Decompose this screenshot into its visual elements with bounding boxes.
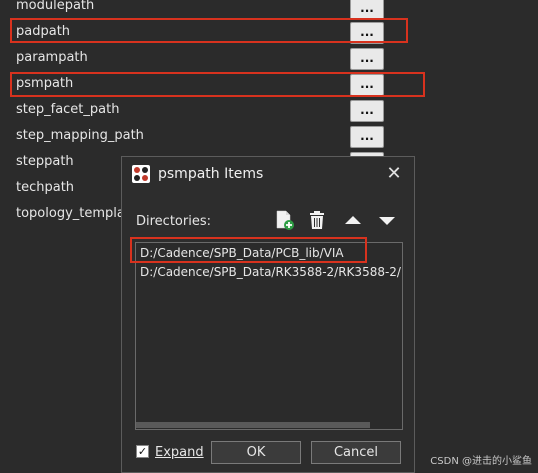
row-parampath: parampath ...	[0, 47, 400, 73]
list-item[interactable]: D:/Cadence/SPB_Data/RK3588-2/RK3588-2/PC	[140, 265, 402, 279]
new-folder-icon[interactable]	[274, 209, 296, 231]
cancel-button[interactable]: Cancel	[311, 441, 401, 464]
browse-button[interactable]: ...	[350, 74, 384, 96]
dialog-title-bar[interactable]: psmpath Items ✕	[122, 157, 414, 193]
move-up-icon[interactable]	[342, 209, 364, 231]
row-modulepath: modulepath ...	[0, 0, 400, 21]
close-icon[interactable]: ✕	[384, 163, 404, 185]
row-step-mapping-path: step_mapping_path ...	[0, 125, 400, 151]
horizontal-scrollbar[interactable]	[136, 422, 370, 428]
browse-button[interactable]: ...	[350, 48, 384, 70]
row-padpath: padpath ...	[0, 21, 400, 47]
directories-list[interactable]: D:/Cadence/SPB_Data/PCB_lib/VIA D:/Caden…	[135, 242, 403, 430]
list-item[interactable]: D:/Cadence/SPB_Data/PCB_lib/VIA	[140, 246, 344, 260]
row-label: padpath	[16, 24, 71, 39]
row-step-facet-path: step_facet_path ...	[0, 99, 400, 125]
expand-label: Expand	[155, 445, 204, 460]
move-down-icon[interactable]	[376, 209, 398, 231]
row-label: steppath	[16, 154, 74, 169]
dialog-title: psmpath Items	[158, 166, 264, 182]
row-psmpath: psmpath ...	[0, 73, 400, 99]
browse-button[interactable]: ...	[350, 0, 384, 20]
expand-checkbox[interactable]: ✓	[136, 445, 149, 458]
watermark: CSDN @进击的小鲨鱼	[430, 456, 532, 467]
browse-button[interactable]: ...	[350, 100, 384, 122]
row-label: step_mapping_path	[16, 128, 144, 143]
row-label: step_facet_path	[16, 102, 120, 117]
row-label: techpath	[16, 180, 75, 195]
row-label: parampath	[16, 50, 88, 65]
app-icon	[132, 165, 150, 183]
psmpath-items-dialog: psmpath Items ✕ Directories: D:/Cadence/…	[121, 156, 415, 473]
row-label: psmpath	[16, 76, 74, 91]
ok-button[interactable]: OK	[211, 441, 301, 464]
row-label: modulepath	[16, 0, 95, 13]
browse-button[interactable]: ...	[350, 22, 384, 44]
row-label: topology_template	[16, 206, 138, 221]
delete-icon[interactable]	[306, 209, 328, 231]
directories-label: Directories:	[136, 214, 211, 229]
browse-button[interactable]: ...	[350, 126, 384, 148]
